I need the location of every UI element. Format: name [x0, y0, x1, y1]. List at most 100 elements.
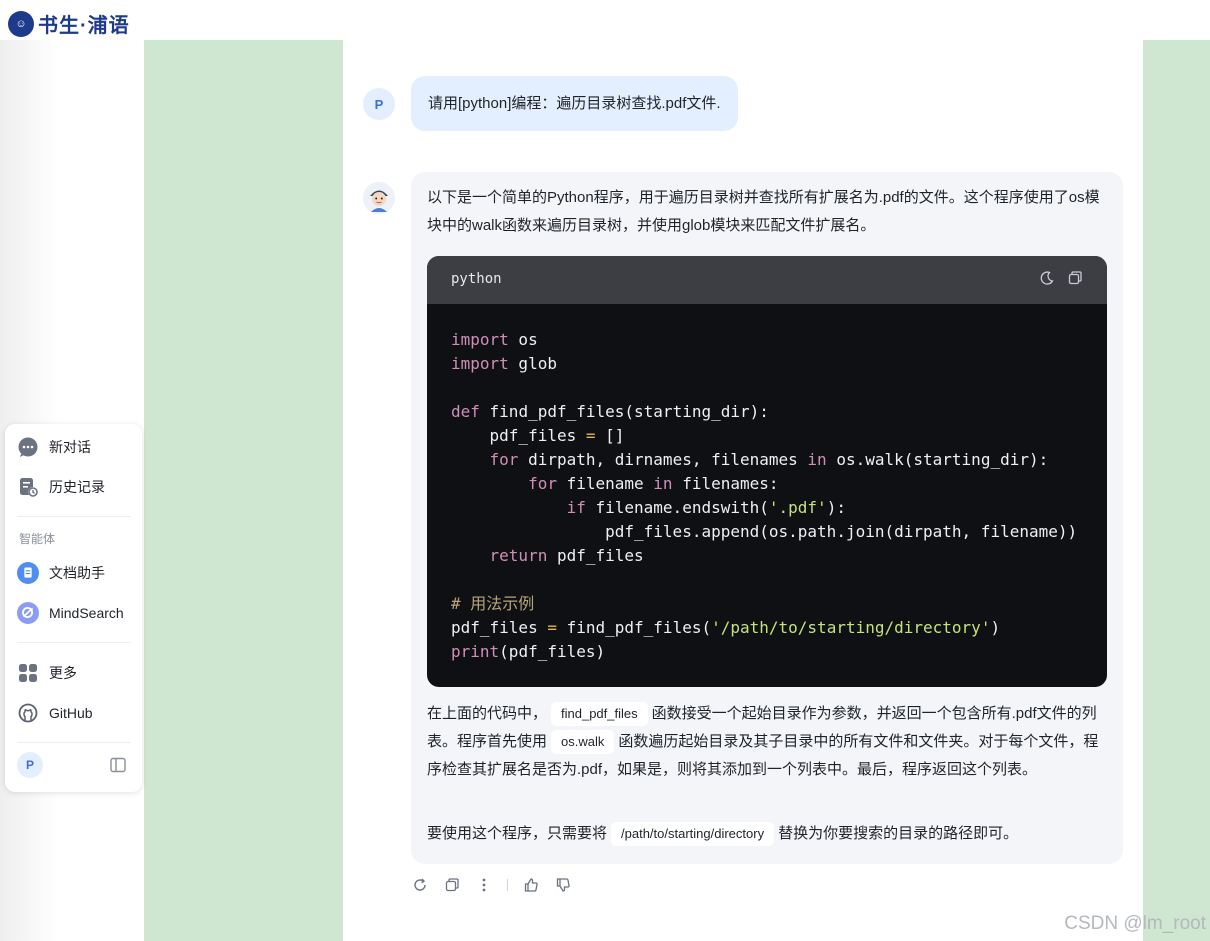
code-token: for: [528, 474, 557, 493]
copy-icon: [1068, 271, 1082, 285]
regenerate-button[interactable]: [411, 876, 429, 894]
code-token: print: [451, 642, 500, 661]
like-button[interactable]: [522, 876, 540, 894]
code-token: for: [489, 450, 519, 469]
code-content: import os import glob def find_pdf_files(s…: [427, 304, 1107, 664]
mindsearch-icon: [17, 602, 39, 624]
chat-bubble-icon: [17, 436, 39, 458]
sidebar-divider: [17, 642, 131, 643]
document-assistant-icon: [17, 562, 39, 584]
brand-logo[interactable]: ☺ 书生·浦语: [8, 9, 130, 38]
csdn-watermark: CSDN @lm_root: [1064, 913, 1206, 934]
background-panel-left: [144, 40, 343, 941]
code-token: import: [451, 354, 509, 373]
copy-code-button[interactable]: [1067, 270, 1083, 291]
code-token: find_pdf_files(: [556, 618, 712, 637]
code-language-label: python: [451, 271, 502, 287]
code-line: import glob: [451, 352, 1083, 376]
grid-icon: [17, 662, 39, 684]
code-line: for dirpath, dirnames, filenames in os.w…: [451, 448, 1083, 472]
refresh-icon: [414, 878, 426, 891]
dislike-button[interactable]: [554, 876, 572, 894]
code-line: import os: [451, 328, 1083, 352]
sidebar-item-history[interactable]: 历史记录: [17, 473, 105, 501]
brand-mascot-icon: ☺: [8, 10, 34, 37]
thumbs-down-icon: [556, 878, 570, 892]
code-token: dirpath, dirnames, filenames: [518, 450, 808, 469]
explanation-text: 在上面的代码中，: [427, 705, 548, 722]
code-block-header: python: [427, 256, 1107, 304]
code-token: glob: [508, 354, 557, 373]
copy-message-button[interactable]: [443, 876, 461, 894]
sidebar-item-label: 新对话: [49, 439, 91, 455]
sidebar-item-label: 文档助手: [49, 565, 105, 581]
code-token: '.pdf': [768, 498, 827, 517]
theme-toggle-button[interactable]: [1039, 270, 1055, 291]
code-token: filename: [556, 474, 654, 493]
code-token: pdf_files: [451, 426, 586, 445]
code-token: (pdf_files): [499, 642, 606, 661]
code-line: pdf_files = find_pdf_files('/path/to/sta…: [451, 616, 1083, 640]
sidebar-item-new-chat[interactable]: 新对话: [17, 433, 91, 461]
code-token: ): [990, 618, 1001, 637]
assistant-message-card: 以下是一个简单的Python程序，用于遍历目录树并查找所有扩展名为.pdf的文件…: [411, 172, 1123, 864]
panel-toggle-icon: [110, 757, 126, 773]
collapse-sidebar-button[interactable]: [109, 756, 127, 779]
assistant-avatar: [363, 182, 395, 214]
code-token: pdf_files: [451, 618, 548, 637]
code-token: =: [547, 618, 557, 637]
sidebar-item-label: 更多: [49, 665, 77, 681]
more-options-button[interactable]: [475, 876, 493, 894]
code-line: for filename in filenames:: [451, 472, 1083, 496]
code-line: pdf_files.append(os.path.join(dirpath, f…: [451, 520, 1083, 544]
code-line: return pdf_files: [451, 544, 1083, 568]
assistant-usage-paragraph: 要使用这个程序，只需要将/path/to/starting/directory 替…: [427, 820, 1107, 848]
inline-code: /path/to/starting/directory: [611, 822, 775, 846]
sidebar-item-doc-assistant[interactable]: 文档助手: [17, 559, 105, 587]
code-line: pdf_files = []: [451, 424, 1083, 448]
code-token: def: [451, 402, 480, 421]
sidebar-item-mindsearch[interactable]: MindSearch: [17, 599, 124, 627]
sidebar-section-agents-title: 智能体: [19, 532, 56, 546]
user-message-bubble: 请用[python]编程：遍历目录树查找.pdf文件.: [411, 76, 738, 131]
code-token: os: [508, 330, 538, 349]
background-panel-right: [1143, 40, 1210, 941]
assistant-explanation-paragraph: 在上面的代码中， find_pdf_files 函数接受一个起始目录作为参数，并返回…: [427, 700, 1107, 784]
sidebar-item-github[interactable]: GitHub: [17, 699, 93, 727]
assistant-intro-text: 以下是一个简单的Python程序，用于遍历目录树并查找所有扩展名为.pdf的文件…: [427, 189, 1100, 234]
code-token: filenames:: [672, 474, 779, 493]
sidebar-item-label: MindSearch: [49, 605, 124, 621]
code-token: =: [585, 426, 596, 445]
code-token: pdf_files: [547, 546, 644, 565]
explanation-text: 要使用这个程序，只需要将: [427, 825, 608, 842]
sidebar-item-more[interactable]: 更多: [17, 659, 77, 687]
code-token: return: [489, 546, 548, 565]
actions-divider: [507, 879, 508, 891]
code-token: find_pdf_files(starting_dir):: [479, 402, 769, 421]
user-avatar[interactable]: P: [17, 752, 43, 778]
code-token: import: [451, 330, 509, 349]
code-line: if filename.endswith('.pdf'):: [451, 496, 1083, 520]
assistant-mascot-icon: [363, 182, 395, 214]
code-token: if: [566, 498, 586, 517]
sidebar-item-label: 历史记录: [49, 479, 105, 495]
sidebar-divider: [17, 742, 131, 743]
copy-icon: [445, 878, 459, 892]
code-token: in: [807, 450, 827, 469]
sidebar-item-label: GitHub: [49, 705, 93, 721]
sidebar-divider: [17, 516, 131, 517]
more-vertical-icon: [482, 878, 486, 892]
user-message-avatar: P: [363, 88, 395, 120]
code-line: # 用法示例: [451, 592, 1083, 616]
code-line: print(pdf_files): [451, 640, 1083, 664]
top-bar: ☺ 书生·浦语: [0, 0, 1210, 40]
inline-code: os.walk: [551, 730, 615, 754]
code-token: filename.endswith(: [585, 498, 769, 517]
message-actions: [411, 876, 572, 894]
